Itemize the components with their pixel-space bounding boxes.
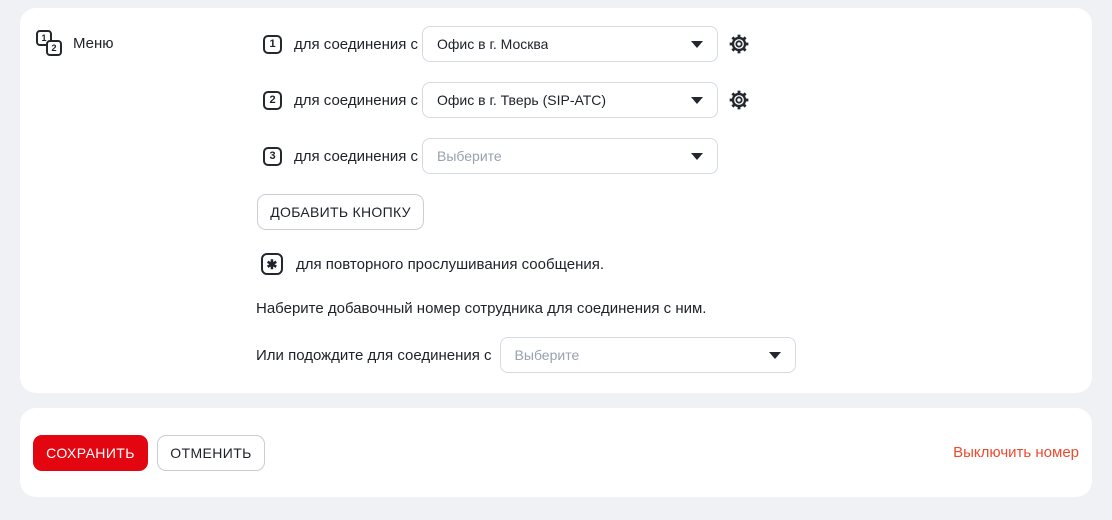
- key-1-badge: 1: [263, 35, 282, 54]
- menu-settings-card: 1 2 Меню 1 для соединения с Офис в г. Мо…: [20, 8, 1092, 393]
- key-2-badge: 2: [263, 91, 282, 110]
- extension-dial-hint: Наберите добавочный номер сотрудника для…: [256, 300, 706, 317]
- add-key-button[interactable]: ДОБАВИТЬ КНОПКУ: [257, 194, 424, 230]
- chevron-down-icon: [769, 352, 781, 359]
- row-2-label: для соединения с: [294, 92, 422, 109]
- row-2-settings-button[interactable]: [728, 89, 750, 111]
- wait-select-placeholder: Выберите: [515, 347, 580, 363]
- menu-key-row-1: 1 для соединения с Офис в г. Москва: [256, 26, 750, 62]
- row-1-select-value: Офис в г. Москва: [437, 36, 548, 52]
- gear-icon: [728, 33, 750, 55]
- asterisk-key-icon: ✱: [261, 253, 283, 275]
- menu-section-header: 1 2 Меню: [36, 30, 256, 56]
- menu-key-row-3: 3 для соединения с Выберите: [256, 138, 718, 174]
- key-3-badge: 3: [263, 147, 282, 166]
- menu-keys-icon: 1 2: [36, 30, 62, 56]
- menu-key-row-2: 2 для соединения с Офис в г. Тверь (SIP-…: [256, 82, 750, 118]
- cancel-button[interactable]: ОТМЕНИТЬ: [157, 435, 265, 471]
- row-2-select-value: Офис в г. Тверь (SIP-АТС): [437, 92, 606, 108]
- wait-row-label: Или подождите для соединения с: [256, 347, 492, 364]
- wait-connection-row: Или подождите для соединения с Выберите: [256, 337, 796, 373]
- save-button[interactable]: СОХРАНИТЬ: [33, 435, 148, 471]
- row-1-settings-button[interactable]: [728, 33, 750, 55]
- row-3-select-placeholder: Выберите: [437, 148, 502, 164]
- gear-icon: [728, 89, 750, 111]
- chevron-down-icon: [691, 41, 703, 48]
- row-1-destination-select[interactable]: Офис в г. Москва: [422, 26, 718, 62]
- wait-destination-select[interactable]: Выберите: [500, 337, 796, 373]
- menu-rows-column: 1 для соединения с Офис в г. Москва: [256, 26, 1068, 373]
- chevron-down-icon: [691, 153, 703, 160]
- star-row-label: для повторного прослушивания сообщения.: [296, 256, 604, 273]
- menu-section-label: Меню: [73, 35, 114, 52]
- row-3-label: для соединения с: [294, 148, 422, 165]
- menu-icon-key-2: 2: [46, 40, 62, 56]
- disable-number-link[interactable]: Выключить номер: [953, 444, 1079, 461]
- row-1-label: для соединения с: [294, 36, 422, 53]
- row-2-destination-select[interactable]: Офис в г. Тверь (SIP-АТС): [422, 82, 718, 118]
- row-3-destination-select[interactable]: Выберите: [422, 138, 718, 174]
- chevron-down-icon: [691, 97, 703, 104]
- footer-actions-card: СОХРАНИТЬ ОТМЕНИТЬ Выключить номер: [20, 408, 1092, 497]
- star-key-row: ✱ для повторного прослушивания сообщения…: [256, 253, 604, 275]
